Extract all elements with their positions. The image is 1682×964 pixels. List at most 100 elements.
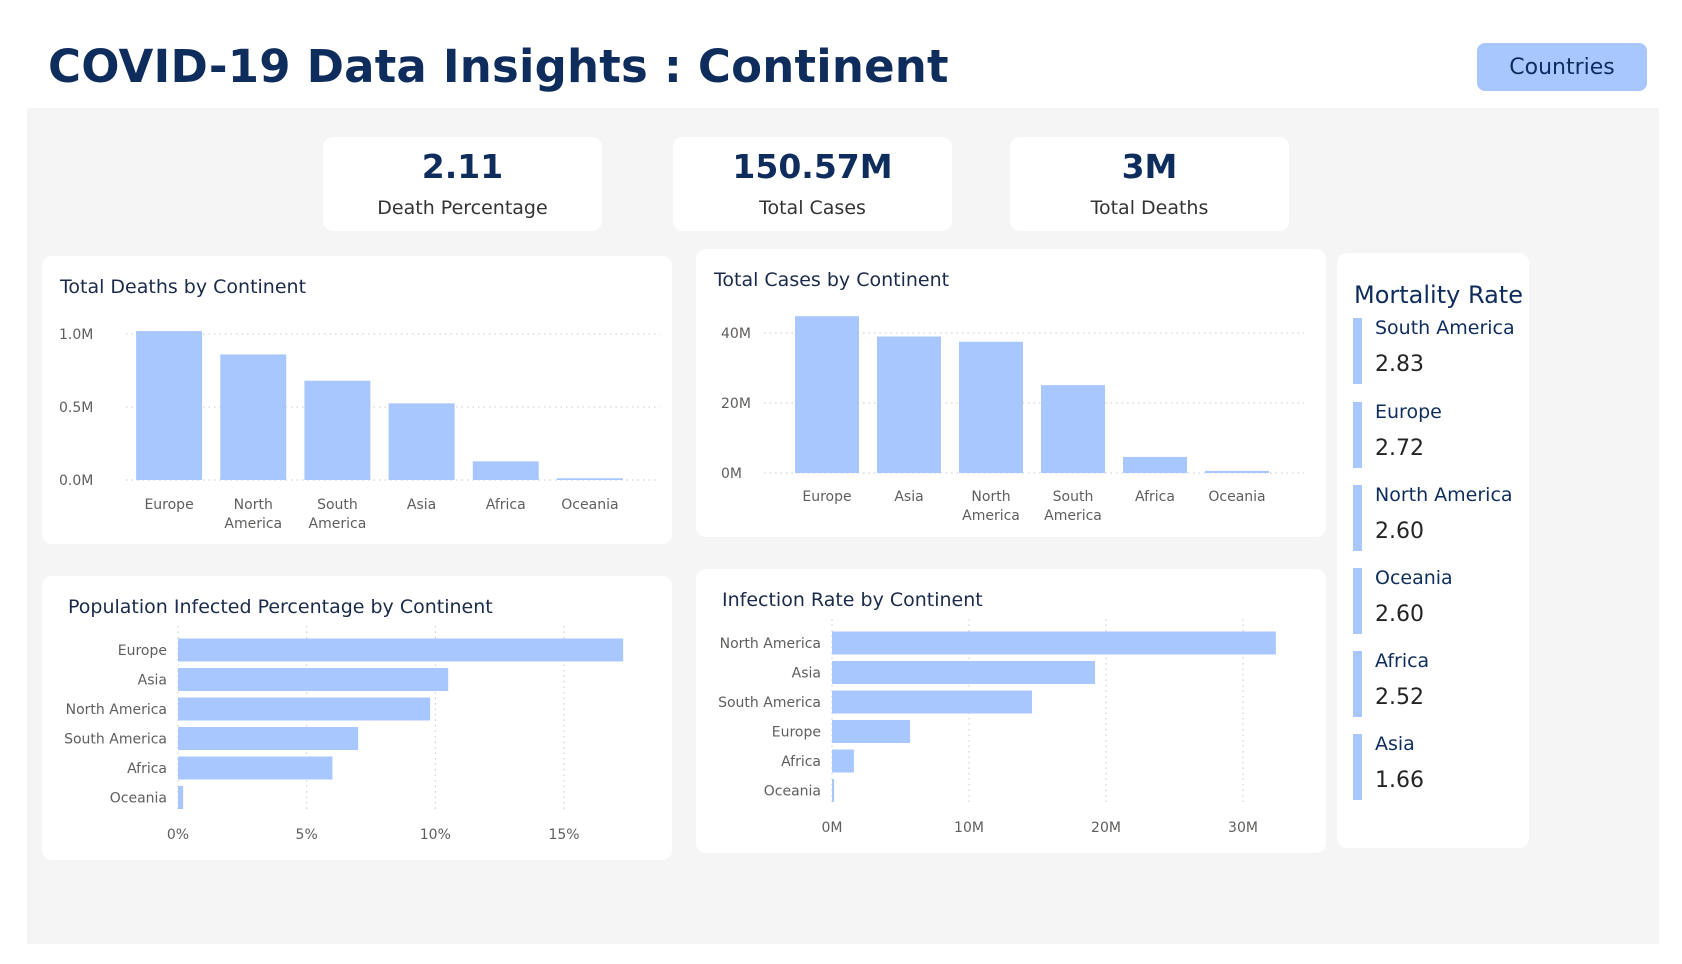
x-category-label: Africa (1135, 489, 1175, 505)
x-tick-label: 15% (548, 827, 579, 843)
bar (1041, 385, 1105, 473)
mortality-value: 2.52 (1375, 685, 1424, 710)
y-category-label: Oceania (764, 784, 821, 800)
kpi-value: 150.57M (732, 146, 893, 186)
mortality-value: 1.66 (1375, 768, 1424, 793)
mortality-rate-panel: Mortality Rate South America 2.83 Europe… (1337, 253, 1529, 848)
kpi-label: Death Percentage (377, 196, 548, 219)
mortality-item-africa: Africa 2.52 (1353, 650, 1533, 717)
x-category-label: South (1053, 489, 1094, 505)
y-category-label: Oceania (110, 791, 167, 807)
y-category-label: Asia (792, 666, 821, 682)
y-tick-label: 20M (721, 396, 751, 412)
kpi-value: 2.11 (421, 146, 504, 186)
y-tick-label: 40M (721, 326, 751, 342)
x-tick-label: 0% (167, 827, 189, 843)
bar (832, 631, 1276, 655)
mortality-accent-bar (1353, 734, 1362, 800)
bar (136, 331, 203, 480)
x-tick-label: 30M (1228, 820, 1258, 836)
y-category-label: Asia (138, 673, 167, 689)
y-category-label: South America (64, 732, 167, 748)
bar (959, 341, 1023, 473)
x-category-label: North (234, 497, 273, 513)
mortality-accent-bar (1353, 485, 1362, 551)
bar (832, 749, 854, 773)
y-category-label: Europe (772, 725, 821, 741)
mortality-rate-title: Mortality Rate (1354, 281, 1523, 309)
total-cases-chart: 0M 20M 40M Europe Asia North America South Ameri… (721, 316, 1304, 524)
mortality-value: 2.60 (1375, 602, 1424, 627)
mortality-continent: Asia (1375, 733, 1415, 755)
x-category-label: Asia (407, 497, 436, 513)
bar (388, 403, 455, 480)
x-category-label: North (971, 489, 1010, 505)
mortality-item-oceania: Oceania 2.60 (1353, 567, 1533, 634)
x-category-label: South (317, 497, 358, 513)
bar (178, 697, 431, 721)
bar (832, 690, 1033, 714)
x-category-label: Europe (144, 497, 193, 513)
infection-rate-chart: 0M 10M 20M 30M North America Asia South Americ… (718, 619, 1276, 836)
bar (220, 354, 287, 480)
x-category-label: America (1044, 508, 1102, 524)
mortality-continent: South America (1375, 317, 1515, 339)
x-tick-label: 10% (420, 827, 451, 843)
bar (304, 380, 371, 480)
x-tick-label: 20M (1091, 820, 1121, 836)
mortality-item-asia: Asia 1.66 (1353, 733, 1533, 800)
mortality-accent-bar (1353, 568, 1362, 634)
population-infected-chart: 0% 5% 10% 15% Europe Asia North America South A… (64, 626, 624, 843)
bar (556, 478, 623, 480)
infection-rate-chart-panel: Infection Rate by Continent 0M 10M 20M 30M N… (696, 569, 1326, 853)
y-category-label: North America (720, 636, 821, 652)
bar (832, 779, 835, 802)
bar (178, 727, 359, 750)
x-category-label: America (309, 516, 367, 532)
bar (832, 720, 911, 743)
y-category-label: Africa (781, 754, 821, 770)
x-category-label: Oceania (561, 497, 618, 513)
mortality-accent-bar (1353, 651, 1362, 717)
x-category-label: America (962, 508, 1020, 524)
y-category-label: North America (66, 702, 167, 718)
total-deaths-chart: 0.0M 0.5M 1.0M Europe North America South Ameri… (59, 327, 660, 532)
bar (178, 638, 624, 662)
x-category-label: Africa (486, 497, 526, 513)
mortality-continent: Europe (1375, 401, 1442, 423)
bar (795, 316, 859, 473)
x-tick-label: 10M (954, 820, 984, 836)
mortality-value: 2.72 (1375, 436, 1424, 461)
x-category-label: Asia (894, 489, 923, 505)
y-category-label: Africa (127, 761, 167, 777)
report-canvas: 2.11 Death Percentage 150.57M Total Case… (27, 108, 1659, 944)
mortality-item-south-america: South America 2.83 (1353, 317, 1533, 384)
x-tick-label: 5% (296, 827, 318, 843)
bar (178, 668, 449, 691)
mortality-accent-bar (1353, 318, 1362, 384)
total-deaths-chart-panel: Total Deaths by Continent 0.0M 0.5M 1.0M Eu… (42, 256, 672, 544)
x-category-label: Oceania (1208, 489, 1265, 505)
countries-nav-button[interactable]: Countries (1477, 43, 1647, 91)
x-category-label: Europe (802, 489, 851, 505)
mortality-continent: Oceania (1375, 567, 1453, 589)
kpi-card-total-deaths: 3M Total Deaths (1010, 137, 1289, 231)
kpi-label: Total Deaths (1090, 196, 1209, 219)
kpi-card-death-percentage: 2.11 Death Percentage (323, 137, 602, 231)
y-category-label: Europe (118, 643, 167, 659)
kpi-card-total-cases: 150.57M Total Cases (673, 137, 952, 231)
kpi-label: Total Cases (759, 196, 866, 219)
bar (832, 661, 1096, 684)
mortality-continent: Africa (1375, 650, 1430, 672)
mortality-item-europe: Europe 2.72 (1353, 401, 1533, 468)
y-tick-label: 0M (721, 466, 742, 482)
y-category-label: South America (718, 695, 821, 711)
population-infected-chart-panel: Population Infected Percentage by Contin… (42, 576, 672, 860)
total-cases-chart-panel: Total Cases by Continent 0M 20M 40M Europe A… (696, 249, 1326, 537)
bar (178, 786, 184, 809)
bar (1205, 470, 1269, 473)
mortality-value: 2.60 (1375, 519, 1424, 544)
bar (472, 461, 539, 480)
bar (1123, 456, 1187, 473)
bar (877, 336, 941, 473)
